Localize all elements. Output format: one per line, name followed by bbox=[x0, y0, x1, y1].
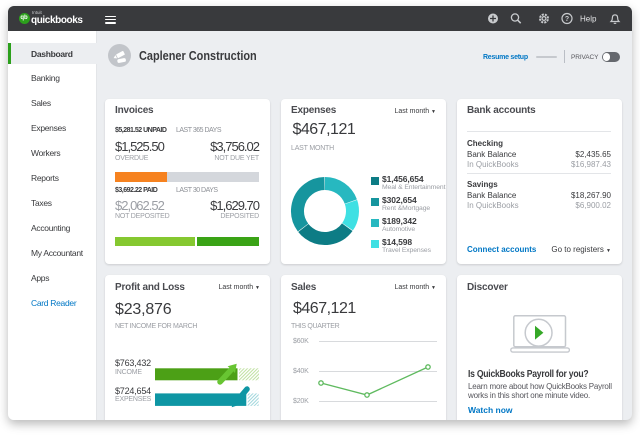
svg-text:Help: Help bbox=[580, 15, 597, 24]
svg-text:?: ? bbox=[565, 16, 569, 23]
